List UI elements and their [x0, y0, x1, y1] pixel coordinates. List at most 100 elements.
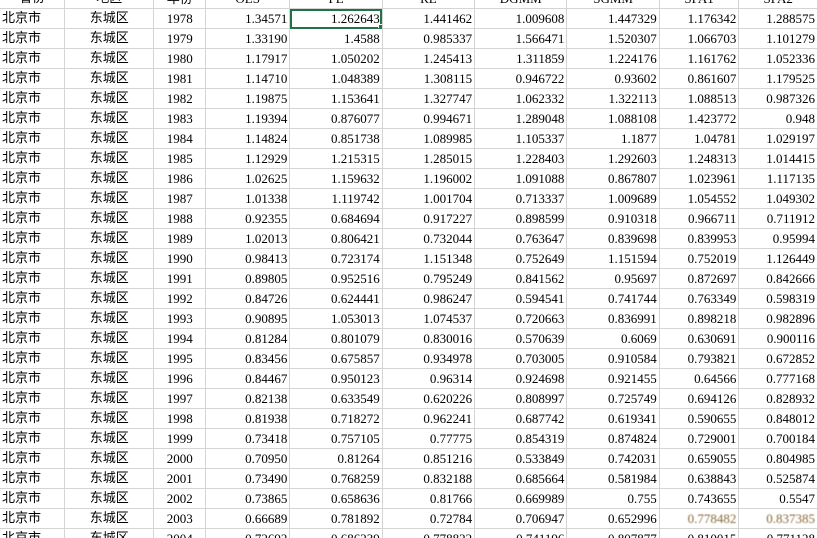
cell-fe[interactable]: 0.757105	[289, 428, 383, 449]
cell-year[interactable]: 1988	[153, 208, 207, 229]
header-cell-province[interactable]: 省份	[0, 0, 66, 9]
cell-sfa1[interactable]: 0.778482	[659, 508, 740, 529]
cell-year[interactable]: 1991	[153, 268, 207, 289]
cell-year[interactable]: 1978	[153, 8, 207, 29]
cell-year[interactable]: 2001	[153, 468, 207, 489]
cell-sfa1[interactable]: 0.752019	[659, 248, 740, 269]
cell-province[interactable]: 北京市	[0, 128, 66, 149]
cell-re[interactable]: 0.917227	[382, 208, 476, 229]
selected-cell[interactable]: 1.262643	[289, 8, 383, 29]
cell-re[interactable]: 0.732044	[382, 228, 476, 249]
cell-sfa2[interactable]: 0.848012	[738, 408, 818, 429]
cell-district[interactable]: 东城区	[64, 108, 155, 129]
cell-year[interactable]: 2004	[153, 528, 207, 538]
cell-sfa2[interactable]: 1.029197	[738, 128, 818, 149]
cell-dgmm[interactable]: 1.062332	[474, 88, 568, 109]
cell-sgmm[interactable]: 1.088108	[566, 108, 660, 129]
cell-dgmm[interactable]: 0.946722	[474, 68, 568, 89]
cell-province[interactable]: 北京市	[0, 248, 66, 269]
cell-sgmm[interactable]: 0.755	[566, 488, 660, 509]
cell-sfa2[interactable]: 0.95994	[738, 228, 818, 249]
cell-district[interactable]: 东城区	[64, 408, 155, 429]
cell-district[interactable]: 东城区	[64, 128, 155, 149]
header-cell-sgmm[interactable]: SGMM	[566, 0, 660, 9]
cell-year[interactable]: 1984	[153, 128, 207, 149]
cell-re[interactable]: 0.985337	[382, 28, 476, 49]
cell-dgmm[interactable]: 0.703005	[474, 348, 568, 369]
cell-fe[interactable]: 0.658636	[289, 488, 383, 509]
cell-ols[interactable]: 0.73490	[205, 468, 291, 489]
cell-province[interactable]: 北京市	[0, 148, 66, 169]
cell-re[interactable]: 0.778822	[382, 528, 476, 538]
cell-province[interactable]: 北京市	[0, 208, 66, 229]
header-cell-year[interactable]: 年份	[153, 0, 207, 9]
cell-re[interactable]: 0.77775	[382, 428, 476, 449]
cell-ols[interactable]: 0.83456	[205, 348, 291, 369]
cell-year[interactable]: 1979	[153, 28, 207, 49]
cell-fe[interactable]: 0.684694	[289, 208, 383, 229]
cell-province[interactable]: 北京市	[0, 528, 66, 538]
cell-province[interactable]: 北京市	[0, 368, 66, 389]
cell-province[interactable]: 北京市	[0, 388, 66, 409]
cell-year[interactable]: 2003	[153, 508, 207, 529]
cell-fe[interactable]: 0.806421	[289, 228, 383, 249]
header-cell-sfa1[interactable]: SFA1	[659, 0, 740, 9]
cell-sfa1[interactable]: 0.839953	[659, 228, 740, 249]
cell-sfa1[interactable]: 0.694126	[659, 388, 740, 409]
cell-dgmm[interactable]: 0.687742	[474, 408, 568, 429]
cell-sfa2[interactable]: 0.777168	[738, 368, 818, 389]
cell-re[interactable]: 1.285015	[382, 148, 476, 169]
cell-fe[interactable]: 1.4588	[289, 28, 383, 49]
cell-fe[interactable]: 0.723174	[289, 248, 383, 269]
cell-year[interactable]: 1992	[153, 288, 207, 309]
cell-year[interactable]: 1985	[153, 148, 207, 169]
cell-sgmm[interactable]: 0.910318	[566, 208, 660, 229]
cell-year[interactable]: 1982	[153, 88, 207, 109]
cell-province[interactable]: 北京市	[0, 188, 66, 209]
cell-sgmm[interactable]: 0.921455	[566, 368, 660, 389]
cell-district[interactable]: 东城区	[64, 528, 155, 538]
cell-dgmm[interactable]: 1.566471	[474, 28, 568, 49]
cell-sfa1[interactable]: 0.630691	[659, 328, 740, 349]
cell-district[interactable]: 东城区	[64, 68, 155, 89]
spreadsheet-grid-view[interactable]: 省份地区年份OLSFEREDGMMSGMMSFA1SFA2北京市东城区19781…	[0, 0, 818, 538]
cell-dgmm[interactable]: 1.091088	[474, 168, 568, 189]
cell-sfa2[interactable]: 1.052336	[738, 48, 818, 69]
cell-district[interactable]: 东城区	[64, 88, 155, 109]
cell-ols[interactable]: 0.98413	[205, 248, 291, 269]
cell-province[interactable]: 北京市	[0, 228, 66, 249]
cell-sfa2[interactable]: 0.828932	[738, 388, 818, 409]
cell-fe[interactable]: 0.801079	[289, 328, 383, 349]
cell-fe[interactable]: 1.050202	[289, 48, 383, 69]
cell-year[interactable]: 1983	[153, 108, 207, 129]
header-cell-sfa2[interactable]: SFA2	[738, 0, 818, 9]
cell-dgmm[interactable]: 1.105337	[474, 128, 568, 149]
cell-dgmm[interactable]: 0.720663	[474, 308, 568, 329]
cell-sfa2[interactable]: 1.126449	[738, 248, 818, 269]
cell-district[interactable]: 东城区	[64, 28, 155, 49]
cell-sfa1[interactable]: 0.729001	[659, 428, 740, 449]
cell-fe[interactable]: 0.624441	[289, 288, 383, 309]
cell-year[interactable]: 1987	[153, 188, 207, 209]
cell-province[interactable]: 北京市	[0, 328, 66, 349]
cell-province[interactable]: 北京市	[0, 68, 66, 89]
cell-re[interactable]: 0.795249	[382, 268, 476, 289]
cell-sfa2[interactable]: 1.117135	[738, 168, 818, 189]
cell-sfa1[interactable]: 0.966711	[659, 208, 740, 229]
cell-sfa2[interactable]: 0.842666	[738, 268, 818, 289]
cell-sfa1[interactable]: 0.793821	[659, 348, 740, 369]
cell-province[interactable]: 北京市	[0, 468, 66, 489]
cell-ols[interactable]: 1.19875	[205, 88, 291, 109]
cell-sgmm[interactable]: 0.93602	[566, 68, 660, 89]
cell-fe[interactable]: 1.159632	[289, 168, 383, 189]
cell-sfa2[interactable]: 0.771128	[738, 528, 818, 538]
cell-sgmm[interactable]: 1.292603	[566, 148, 660, 169]
cell-district[interactable]: 东城区	[64, 208, 155, 229]
header-cell-ols[interactable]: OLS	[205, 0, 291, 9]
cell-sgmm[interactable]: 0.807877	[566, 528, 660, 538]
cell-dgmm[interactable]: 0.706947	[474, 508, 568, 529]
cell-district[interactable]: 东城区	[64, 448, 155, 469]
cell-sgmm[interactable]: 0.742031	[566, 448, 660, 469]
cell-sfa1[interactable]: 1.023961	[659, 168, 740, 189]
cell-ols[interactable]: 0.89805	[205, 268, 291, 289]
